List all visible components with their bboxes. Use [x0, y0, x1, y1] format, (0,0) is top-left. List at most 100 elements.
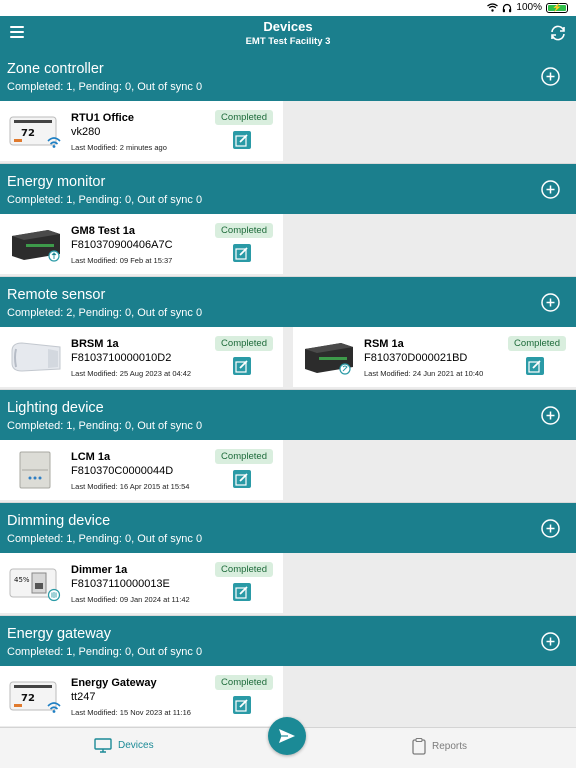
last-modified: Last Modified: 25 Aug 2023 at 04:42 [71, 369, 192, 378]
device-name: RTU1 Office [71, 112, 134, 124]
section-header: Energy gateway Completed: 1, Pending: 0,… [0, 616, 576, 666]
section-body: 72 RTU1 Office vk280 Last Modified: 2 mi… [0, 101, 576, 163]
section-body: BRSM 1a F8103710000010D2 Last Modified: … [0, 327, 576, 389]
status-icons: 100% ⚡ [487, 2, 568, 13]
device-id: F810370C0000044D [71, 465, 174, 477]
status-badge: Completed [215, 336, 273, 351]
add-circle-icon[interactable] [541, 406, 560, 425]
facility-name: EMT Test Facility 3 [245, 36, 331, 47]
add-circle-icon[interactable] [541, 67, 560, 86]
last-modified: Last Modified: 09 Jan 2024 at 11:42 [71, 595, 190, 604]
edit-icon[interactable] [526, 357, 544, 375]
device-name: Energy Gateway [71, 677, 157, 689]
device-card[interactable]: RSM 1a F810370D000021BD Last Modified: 2… [293, 327, 576, 387]
section-lighting-device: Lighting device Completed: 1, Pending: 0… [0, 390, 576, 503]
energy-gateway-thumbnail: 72 [9, 681, 61, 713]
device-name: Dimmer 1a [71, 564, 128, 576]
device-name: LCM 1a [71, 451, 111, 463]
section-energy-gateway: Energy gateway Completed: 1, Pending: 0,… [0, 616, 576, 727]
lighting-panel-thumbnail [19, 451, 51, 489]
section-title: Zone controller [7, 61, 104, 77]
status-badge: Completed [215, 675, 273, 690]
tab-devices[interactable]: Devices [94, 738, 154, 753]
remote-sensor-thumbnail [11, 342, 61, 372]
device-name: BRSM 1a [71, 338, 119, 350]
add-circle-icon[interactable] [541, 180, 560, 199]
device-card[interactable]: BRSM 1a F8103710000010D2 Last Modified: … [0, 327, 283, 387]
device-id: tt247 [71, 691, 96, 703]
edit-icon[interactable] [233, 131, 251, 149]
section-counts: Completed: 1, Pending: 0, Out of sync 0 [7, 420, 203, 432]
section-title: Energy gateway [7, 626, 111, 642]
section-title: Remote sensor [7, 287, 106, 303]
section-counts: Completed: 1, Pending: 0, Out of sync 0 [7, 194, 203, 206]
section-zone-controller: Zone controller Completed: 1, Pending: 0… [0, 51, 576, 164]
device-id: vk280 [71, 126, 101, 138]
wifi-icon [487, 3, 499, 12]
send-button[interactable] [268, 717, 306, 755]
edit-icon[interactable] [233, 470, 251, 488]
section-header: Remote sensor Completed: 2, Pending: 0, … [0, 277, 576, 327]
send-icon [279, 729, 295, 743]
section-body: 45% Dimmer 1a F81037110000013E Last Modi… [0, 553, 576, 615]
nav-header: Devices EMT Test Facility 3 [0, 16, 576, 51]
add-circle-icon[interactable] [541, 632, 560, 651]
tab-reports-label: Reports [432, 741, 468, 752]
devices-tab-icon [94, 738, 112, 753]
edit-icon[interactable] [233, 244, 251, 262]
edit-icon[interactable] [233, 357, 251, 375]
section-body: GM8 Test 1a F810370900406A7C Last Modifi… [0, 214, 576, 276]
status-badge: Completed [215, 223, 273, 238]
zone-controller-thumbnail: 72 [9, 116, 61, 148]
page-title: Devices [263, 19, 313, 34]
battery-icon: ⚡ [546, 2, 568, 13]
section-title: Energy monitor [7, 174, 106, 190]
status-badge: Completed [215, 562, 273, 577]
add-circle-icon[interactable] [541, 293, 560, 312]
svg-text:45%: 45% [14, 576, 30, 584]
device-card[interactable]: 45% Dimmer 1a F81037110000013E Last Modi… [0, 553, 283, 613]
add-circle-icon[interactable] [541, 519, 560, 538]
device-id: F81037110000013E [71, 578, 170, 590]
section-counts: Completed: 1, Pending: 0, Out of sync 0 [7, 533, 203, 545]
last-modified: Last Modified: 09 Feb at 15:37 [71, 256, 173, 265]
device-id: F810370900406A7C [71, 239, 173, 251]
headphones-icon [503, 3, 512, 12]
section-header: Dimming device Completed: 1, Pending: 0,… [0, 503, 576, 553]
section-counts: Completed: 1, Pending: 0, Out of sync 0 [7, 81, 203, 93]
edit-icon[interactable] [233, 583, 251, 601]
section-counts: Completed: 2, Pending: 0, Out of sync 0 [7, 307, 203, 319]
section-counts: Completed: 1, Pending: 0, Out of sync 0 [7, 646, 203, 658]
svg-text:72: 72 [21, 693, 35, 704]
section-title: Lighting device [7, 400, 104, 416]
status-badge: Completed [508, 336, 566, 351]
svg-text:72: 72 [21, 128, 35, 139]
device-name: GM8 Test 1a [71, 225, 135, 237]
device-id: F810370D000021BD [364, 352, 468, 364]
section-remote-sensor: Remote sensor Completed: 2, Pending: 0, … [0, 277, 576, 390]
device-card[interactable]: GM8 Test 1a F810370900406A7C Last Modifi… [0, 214, 283, 274]
device-card[interactable]: 72 Energy Gateway tt247 Last Modified: 1… [0, 666, 283, 726]
reports-tab-icon [412, 738, 426, 755]
device-list: Zone controller Completed: 1, Pending: 0… [0, 51, 576, 727]
sync-icon[interactable] [549, 24, 567, 42]
status-badge: Completed [215, 110, 273, 125]
edit-icon[interactable] [233, 696, 251, 714]
last-modified: Last Modified: 24 Jun 2021 at 10:40 [364, 369, 484, 378]
device-card[interactable]: 72 RTU1 Office vk280 Last Modified: 2 mi… [0, 101, 283, 161]
last-modified: Last Modified: 15 Nov 2023 at 11:16 [71, 708, 191, 717]
section-title: Dimming device [7, 513, 111, 529]
remote-sensor-module-thumbnail [305, 343, 353, 375]
energy-monitor-thumbnail [12, 230, 60, 262]
section-body: LCM 1a F810370C0000044D Last Modified: 1… [0, 440, 576, 502]
section-header: Energy monitor Completed: 1, Pending: 0,… [0, 164, 576, 214]
tab-reports[interactable]: Reports [412, 738, 467, 755]
section-header: Lighting device Completed: 1, Pending: 0… [0, 390, 576, 440]
battery-percent: 100% [516, 2, 542, 13]
section-energy-monitor: Energy monitor Completed: 1, Pending: 0,… [0, 164, 576, 277]
device-card[interactable]: LCM 1a F810370C0000044D Last Modified: 1… [0, 440, 283, 500]
section-header: Zone controller Completed: 1, Pending: 0… [0, 51, 576, 101]
status-bar: 100% ⚡ [0, 0, 576, 16]
dimmer-thumbnail: 45% [9, 568, 61, 602]
last-modified: Last Modified: 16 Apr 2015 at 15:54 [71, 482, 190, 491]
